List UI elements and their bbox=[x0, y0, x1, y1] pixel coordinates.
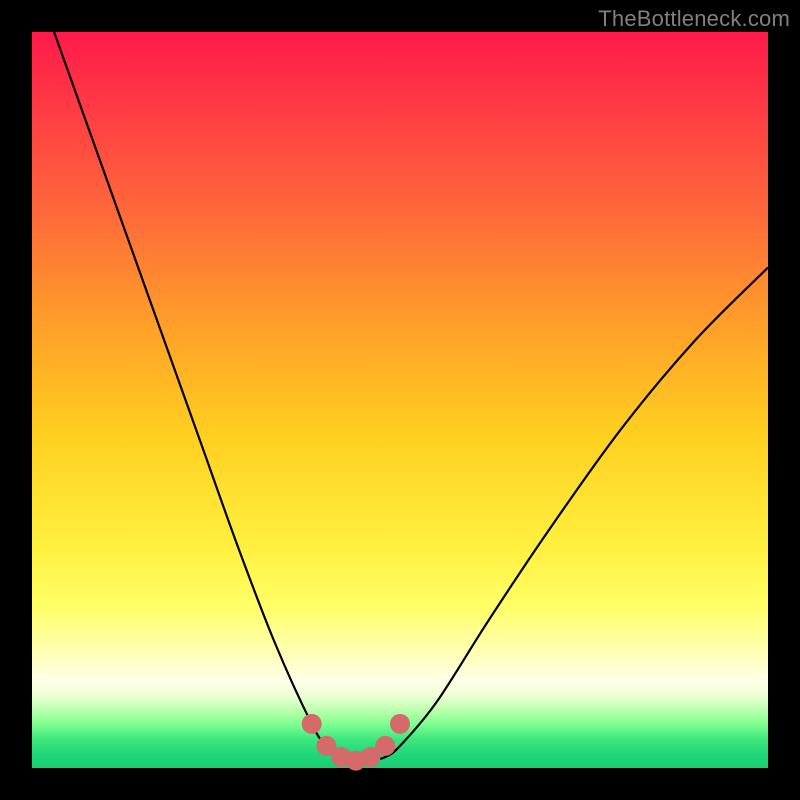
trough-marker bbox=[302, 714, 322, 734]
watermark-text: TheBottleneck.com bbox=[598, 6, 790, 32]
chart-container: TheBottleneck.com bbox=[0, 0, 800, 800]
trough-markers bbox=[302, 714, 410, 771]
curve-svg bbox=[32, 32, 768, 768]
trough-marker bbox=[375, 736, 395, 756]
bottleneck-curve bbox=[54, 32, 768, 761]
plot-area bbox=[32, 32, 768, 768]
trough-marker bbox=[390, 714, 410, 734]
